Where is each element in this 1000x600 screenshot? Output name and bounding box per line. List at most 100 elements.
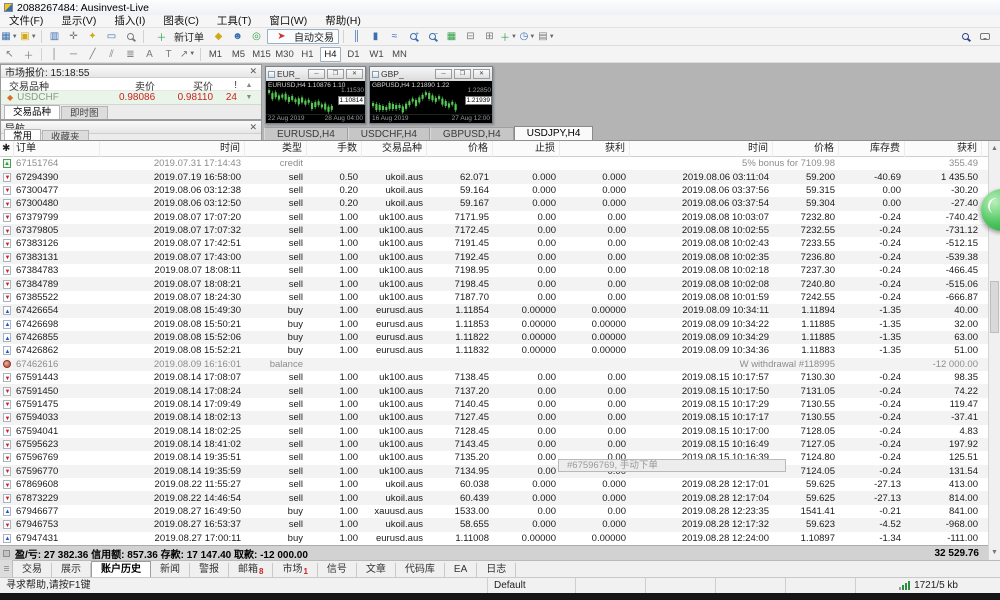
terminal-tab-邮箱[interactable]: 邮箱8 bbox=[229, 563, 273, 577]
timeframe-h1[interactable]: H1 bbox=[297, 47, 318, 62]
close-icon[interactable]: ✕ bbox=[346, 69, 363, 79]
cursor-tool[interactable]: ↖ bbox=[1, 47, 18, 62]
profile-selector[interactable]: Default bbox=[488, 578, 576, 594]
periods-button[interactable]: ◷▼ bbox=[519, 29, 536, 44]
navigator-toggle[interactable]: ✦ bbox=[84, 29, 101, 44]
timeframe-mn[interactable]: MN bbox=[389, 47, 410, 62]
chart-tab-usdjpy[interactable]: USDJPY,H4 bbox=[514, 126, 594, 140]
table-row[interactable]: ▼673797992019.08.07 17:07:20sell1.00uk10… bbox=[0, 211, 988, 224]
zoom-in-button[interactable]: + bbox=[405, 29, 422, 44]
terminal-toggle[interactable]: ▭ bbox=[103, 29, 120, 44]
timeframe-m1[interactable]: M1 bbox=[205, 47, 226, 62]
templates-button[interactable]: ▤▼ bbox=[538, 29, 555, 44]
tab-symbols[interactable]: 交易品种 bbox=[4, 105, 60, 119]
table-row[interactable]: ▼675914752019.08.14 17:09:49sell1.00uk10… bbox=[0, 398, 988, 411]
data-window-toggle[interactable]: ✛ bbox=[65, 29, 82, 44]
terminal-tab-新闻[interactable]: 新闻 bbox=[151, 563, 190, 577]
menu-item-w[interactable]: 窗口(W) bbox=[260, 15, 316, 28]
timeframe-d1[interactable]: D1 bbox=[343, 47, 364, 62]
table-row[interactable]: ▼678696082019.08.22 11:55:27sell1.00ukoi… bbox=[0, 478, 988, 491]
market-globe-button[interactable]: ◎ bbox=[248, 29, 265, 44]
fibonacci-tool[interactable]: ≣ bbox=[122, 47, 139, 62]
close-icon[interactable]: ✕ bbox=[473, 69, 490, 79]
table-row[interactable]: ▼675940412019.08.14 18:02:25sell1.00uk10… bbox=[0, 425, 988, 438]
strategy-tester-toggle[interactable] bbox=[122, 29, 139, 44]
scroll-up-icon[interactable]: ▲ bbox=[237, 82, 261, 89]
table-row[interactable]: ▼673855222019.08.07 18:24:30sell1.00uk10… bbox=[0, 291, 988, 304]
collapse-icon[interactable] bbox=[3, 550, 10, 557]
chart-tab-gbpusd[interactable]: GBPUSD,H4 bbox=[430, 127, 514, 140]
chat-icon[interactable] bbox=[976, 29, 993, 44]
label-tool[interactable]: T bbox=[160, 47, 177, 62]
market-watch-toggle[interactable]: ▥ bbox=[46, 29, 63, 44]
horizontal-line-tool[interactable]: ─ bbox=[65, 47, 82, 62]
close-icon[interactable]: ✕ bbox=[249, 122, 257, 133]
table-row[interactable]: ▼675914432019.08.14 17:08:07sell1.00uk10… bbox=[0, 371, 988, 384]
trendline-tool[interactable]: ╱ bbox=[84, 47, 101, 62]
timeframe-w1[interactable]: W1 bbox=[366, 47, 387, 62]
table-row[interactable]: ▼675967702019.08.14 19:35:59sell1.00uk10… bbox=[0, 465, 988, 478]
minimize-icon[interactable]: ─ bbox=[435, 69, 452, 79]
table-row[interactable]: ▲674266982019.08.08 15:50:21buy1.00eurus… bbox=[0, 318, 988, 331]
arrows-tool[interactable]: ↗▼ bbox=[179, 47, 196, 62]
chart-tab-eurusd[interactable]: EURUSD,H4 bbox=[264, 127, 348, 140]
table-row[interactable]: ▼675967692019.08.14 19:35:51sell1.00uk10… bbox=[0, 451, 988, 464]
terminal-tab-账户历史[interactable]: 账户历史 bbox=[91, 561, 151, 577]
candlestick-chart-button[interactable]: ▮ bbox=[367, 29, 384, 44]
table-row[interactable]: ▲674268552019.08.08 15:52:06buy1.00eurus… bbox=[0, 331, 988, 344]
scrollbar-thumb[interactable] bbox=[990, 281, 999, 333]
timeframe-m15[interactable]: M15 bbox=[251, 47, 272, 62]
timeframe-m5[interactable]: M5 bbox=[228, 47, 249, 62]
profiles-button[interactable]: ▣▼ bbox=[20, 29, 37, 44]
terminal-tab-信号[interactable]: 信号 bbox=[318, 563, 357, 577]
metaeditor-button[interactable]: ◆ bbox=[210, 29, 227, 44]
scroll-down-icon[interactable]: ▼ bbox=[989, 546, 1000, 560]
crosshair-tool[interactable]: ＋ bbox=[20, 47, 37, 62]
timeframe-m30[interactable]: M30 bbox=[274, 47, 295, 62]
search-icon[interactable] bbox=[957, 29, 974, 44]
table-row[interactable]: ▼675940332019.08.14 18:02:13sell1.00uk10… bbox=[0, 411, 988, 424]
restore-icon[interactable]: ❐ bbox=[327, 69, 344, 79]
line-chart-button[interactable]: ≈ bbox=[386, 29, 403, 44]
table-row[interactable]: ▲671517642019.07.31 17:14:43credit5% bon… bbox=[0, 157, 988, 170]
menu-item-c[interactable]: 图表(C) bbox=[154, 15, 208, 28]
new-order-button[interactable]: ＋新订单 bbox=[148, 29, 208, 44]
table-row[interactable]: ▲674266542019.08.08 15:49:30buy1.00eurus… bbox=[0, 304, 988, 317]
chart-tab-usdchf[interactable]: USDCHF,H4 bbox=[348, 127, 430, 140]
text-tool[interactable]: A bbox=[141, 47, 158, 62]
vertical-line-tool[interactable]: │ bbox=[46, 47, 63, 62]
zoom-out-button[interactable]: − bbox=[424, 29, 441, 44]
autotrading-button[interactable]: ➤自动交易 bbox=[267, 29, 339, 44]
tile-horizontal-button[interactable]: ⊟ bbox=[462, 29, 479, 44]
table-row[interactable]: ▼678732292019.08.22 14:46:54sell1.00ukoi… bbox=[0, 491, 988, 504]
bar-chart-button[interactable]: ║ bbox=[348, 29, 365, 44]
table-row[interactable]: ▼673847892019.08.07 18:08:21sell1.00uk10… bbox=[0, 277, 988, 290]
restore-icon[interactable]: ❐ bbox=[454, 69, 471, 79]
terminal-tab-EA[interactable]: EA bbox=[445, 563, 477, 577]
table-row[interactable]: ▼672943902019.07.19 16:58:00sell0.50ukoi… bbox=[0, 170, 988, 183]
panel-grip[interactable] bbox=[0, 560, 13, 577]
table-row[interactable]: ▼673831312019.08.07 17:43:00sell1.00uk10… bbox=[0, 251, 988, 264]
table-row[interactable]: ▲679474312019.08.27 17:00:11buy1.00eurus… bbox=[0, 532, 988, 545]
close-icon[interactable]: ✕ bbox=[249, 66, 257, 77]
menu-item-f[interactable]: 文件(F) bbox=[0, 15, 52, 28]
new-chart-button[interactable]: ▦▼ bbox=[1, 29, 18, 44]
table-row[interactable]: ▼673831262019.08.07 17:42:51sell1.00uk10… bbox=[0, 237, 988, 250]
table-row[interactable]: 674626162019.08.09 16:16:01balanceW with… bbox=[0, 358, 988, 371]
chart-area[interactable]: EURUSD,H4 1.10876 1.10 1.11530 1.10814 2… bbox=[266, 81, 365, 123]
tab-tick-chart[interactable]: 即时图 bbox=[61, 106, 108, 119]
table-row[interactable]: ▲674268622019.08.08 15:52:21buy1.00eurus… bbox=[0, 344, 988, 357]
scroll-down-icon[interactable]: ▼ bbox=[237, 94, 261, 101]
terminal-tab-交易[interactable]: 交易 bbox=[13, 563, 52, 577]
chart-window-titlebar[interactable]: EUR_ ─ ❐ ✕ bbox=[266, 67, 365, 81]
terminal-tab-文章[interactable]: 文章 bbox=[357, 563, 396, 577]
terminal-tab-警报[interactable]: 警报 bbox=[190, 563, 229, 577]
market-watch-row[interactable]: ◆USDCHF 0.98086 0.98110 24 ▼ bbox=[1, 91, 261, 104]
indicators-button[interactable]: ＋▼ bbox=[500, 29, 517, 44]
terminal-tab-日志[interactable]: 日志 bbox=[477, 563, 516, 577]
chart-area[interactable]: GBPUSD,H4 1.21890 1.22 1.22850 1.21939 1… bbox=[370, 81, 492, 123]
table-row[interactable]: ▼673798052019.08.07 17:07:32sell1.00uk10… bbox=[0, 224, 988, 237]
minimize-icon[interactable]: ─ bbox=[308, 69, 325, 79]
table-row[interactable]: ▼675956232019.08.14 18:41:02sell1.00uk10… bbox=[0, 438, 988, 451]
community-button[interactable]: ☻ bbox=[229, 29, 246, 44]
